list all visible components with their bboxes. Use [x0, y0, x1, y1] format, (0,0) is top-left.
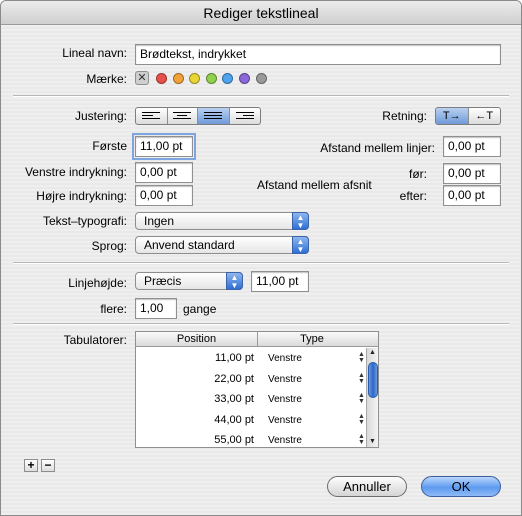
mark-color-swatch[interactable] — [205, 73, 217, 84]
multiple-label: flere: — [100, 302, 127, 316]
updown-arrow-icon: ▲ ▼ — [226, 272, 243, 290]
right-indent-field[interactable]: 0,00 pt — [135, 185, 193, 206]
mark-color-swatch[interactable] — [156, 73, 167, 84]
column-header-position[interactable]: Position — [136, 332, 258, 347]
tabs-table: Position Type 11,00 pt Venstre ▲ ▼ 22,00 pt V… — [135, 331, 379, 448]
mark-color-swatch[interactable] — [189, 73, 201, 84]
tab-type-cell[interactable]: Venstre — [268, 410, 340, 431]
align-right-button[interactable] — [230, 108, 260, 124]
paragraph-spacing-label: Afstand mellem afsnit — [257, 178, 372, 192]
line-height-mode-value: Præcis — [144, 274, 182, 288]
mark-none-button[interactable]: ✕ — [135, 71, 149, 85]
updown-arrow-icon[interactable]: ▲ ▼ — [358, 413, 365, 426]
language-popup[interactable]: Anvend standard ▲ ▼ — [135, 236, 309, 254]
tabs-label: Tabulatorer: — [63, 333, 127, 347]
table-row[interactable]: 11,00 pt Venstre ▲ ▼ — [136, 348, 366, 369]
align-center-button[interactable] — [168, 108, 199, 124]
window-title: Rediger tekstlineal — [1, 1, 521, 25]
line-spacing-label: Afstand mellem linjer: — [320, 141, 435, 155]
align-justify-icon — [204, 112, 223, 119]
table-row[interactable]: 33,00 pt Venstre ▲ ▼ — [136, 389, 366, 410]
updown-arrow-icon[interactable]: ▲ ▼ — [358, 433, 365, 446]
scroll-down-arrow-icon[interactable]: ▼ — [369, 438, 376, 445]
column-header-type[interactable]: Type — [258, 332, 366, 347]
justify-segmented-control — [135, 107, 261, 125]
direction-rtl-button[interactable]: ←T — [469, 108, 501, 124]
first-indent-field[interactable]: 11,00 pt — [132, 133, 196, 160]
multiple-field[interactable]: 1,00 — [135, 298, 177, 319]
divider — [13, 323, 509, 325]
align-right-icon — [235, 112, 254, 119]
tab-position-cell: 33,00 pt — [214, 393, 254, 405]
dialog-window: Rediger tekstlineal Lineal navn: Brødtek… — [0, 0, 522, 516]
left-indent-field[interactable]: 0,00 pt — [135, 162, 193, 183]
mark-color-swatch[interactable] — [239, 73, 250, 84]
right-indent-label: Højre indrykning: — [36, 189, 127, 203]
language-label: Sprog: — [91, 239, 127, 253]
divider — [13, 262, 509, 264]
updown-arrow-icon: ▲ ▼ — [292, 212, 309, 230]
direction-segmented-control: T→ ←T — [435, 107, 501, 125]
text-style-label: Tekst–typografi: — [42, 214, 127, 228]
ruler-name-label: Lineal navn: — [62, 46, 127, 60]
align-left-icon — [142, 112, 161, 119]
updown-arrow-icon[interactable]: ▲ ▼ — [358, 372, 365, 385]
mark-color-swatch[interactable] — [172, 73, 184, 84]
line-spacing-field[interactable]: 0,00 pt — [443, 136, 501, 157]
ruler-name-field[interactable]: Brødtekst, indrykket — [135, 44, 501, 65]
text-style-popup[interactable]: Ingen ▲ ▼ — [135, 212, 309, 230]
first-indent-label: Første — [92, 139, 127, 153]
tab-position-cell: 55,00 pt — [214, 434, 254, 446]
table-row[interactable]: 44,00 pt Venstre ▲ ▼ — [136, 410, 366, 431]
space-after-label: efter: — [399, 189, 427, 203]
left-indent-label: Venstre indrykning: — [24, 165, 127, 179]
text-style-value: Ingen — [144, 214, 175, 228]
direction-ltr-button[interactable]: T→ — [436, 108, 469, 124]
language-value: Anvend standard — [144, 238, 235, 252]
mark-label: Mærke: — [86, 72, 127, 86]
tab-type-cell[interactable]: Venstre — [268, 348, 340, 369]
tabs-table-header: Position Type — [136, 332, 378, 347]
align-justify-button[interactable] — [198, 108, 230, 124]
direction-label: Retning: — [382, 109, 427, 123]
space-after-field[interactable]: 0,00 pt — [443, 185, 501, 206]
justify-label: Justering: — [74, 109, 127, 123]
add-tab-button[interactable]: + — [24, 459, 38, 472]
align-center-icon — [173, 112, 192, 119]
remove-tab-button[interactable]: − — [41, 459, 55, 472]
tabs-scrollbar[interactable]: ▲ ▼ — [366, 348, 378, 447]
tab-type-cell[interactable]: Venstre — [268, 430, 340, 447]
updown-arrow-icon[interactable]: ▲ ▼ — [358, 392, 365, 405]
line-height-field[interactable]: 11,00 pt — [251, 271, 309, 292]
multiple-unit-label: gange — [183, 302, 217, 316]
mark-color-swatch[interactable] — [222, 73, 234, 84]
table-row[interactable]: 22,00 pt Venstre ▲ ▼ — [136, 369, 366, 390]
tab-position-cell: 22,00 pt — [214, 372, 254, 385]
tab-type-cell[interactable]: Venstre — [268, 369, 340, 390]
tab-type-cell[interactable]: Venstre — [268, 389, 340, 410]
cancel-button[interactable]: Annuller — [327, 476, 407, 497]
ok-button[interactable]: OK — [421, 476, 501, 497]
table-row[interactable]: 55,00 pt Venstre ▲ ▼ — [136, 430, 366, 447]
tab-position-cell: 11,00 pt — [215, 352, 254, 364]
tab-position-cell: 44,00 pt — [214, 413, 254, 426]
dialog-body: Lineal navn: Brødtekst, indrykket Mærke:… — [1, 25, 521, 515]
updown-arrow-icon[interactable]: ▲ ▼ — [358, 351, 365, 364]
scroll-up-arrow-icon[interactable]: ▲ — [369, 349, 376, 356]
updown-arrow-icon: ▲ ▼ — [292, 236, 309, 254]
line-height-mode-popup[interactable]: Præcis ▲ ▼ — [135, 272, 243, 290]
align-left-button[interactable] — [136, 108, 168, 124]
space-before-field[interactable]: 0,00 pt — [443, 163, 501, 184]
mark-color-swatch[interactable] — [255, 73, 267, 84]
space-before-label: før: — [409, 167, 427, 181]
line-height-label: Linjehøjde: — [68, 276, 127, 290]
divider — [13, 95, 509, 97]
scroll-thumb[interactable] — [368, 362, 378, 398]
